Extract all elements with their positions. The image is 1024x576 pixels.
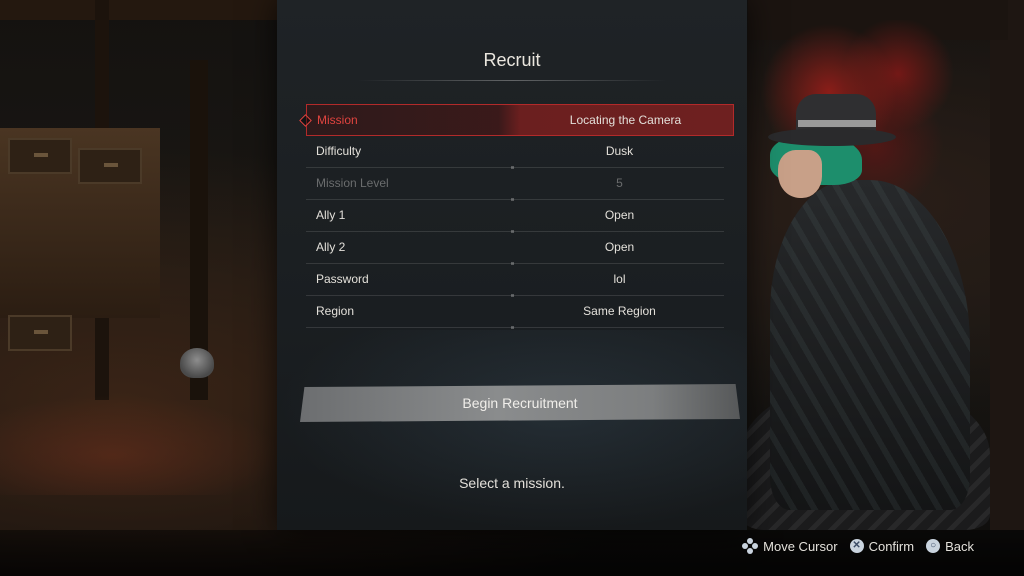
row-label: Ally 2 — [316, 240, 346, 254]
row-label: Difficulty — [316, 144, 362, 158]
begin-recruitment-button[interactable]: Begin Recruitment — [300, 384, 740, 422]
row-value: Open — [604, 240, 635, 254]
row-label: Ally 1 — [316, 208, 346, 222]
row-value: Open — [604, 208, 635, 222]
back-label: Back — [945, 538, 974, 554]
control-confirm[interactable]: ✕ Confirm — [849, 538, 915, 554]
character-body — [770, 180, 970, 510]
row-label: Mission — [317, 113, 358, 127]
control-back[interactable]: ○ Back — [926, 539, 974, 554]
row-ally-1[interactable]: Ally 1 Open — [306, 200, 724, 233]
floor-glow — [0, 395, 280, 495]
settings-list: Mission Locating the Camera Difficulty D… — [299, 104, 734, 329]
circle-button-icon: ○ — [926, 539, 941, 553]
row-value: 5 — [616, 176, 623, 190]
character-face — [778, 150, 822, 198]
confirm-label: Confirm — [868, 538, 915, 554]
wooden-beam — [0, 0, 280, 20]
character-hat-brim — [768, 128, 896, 146]
row-mission[interactable]: Mission Locating the Camera — [299, 104, 734, 136]
dpad-icon — [742, 538, 759, 554]
row-value: Locating the Camera — [569, 113, 682, 127]
title-divider — [357, 80, 667, 81]
row-label: Password — [316, 272, 369, 286]
row-label: Region — [316, 304, 355, 318]
row-ally-2[interactable]: Ally 2 Open — [306, 232, 724, 265]
row-divider-dot — [511, 326, 514, 329]
row-difficulty[interactable]: Difficulty Dusk — [306, 136, 724, 169]
wooden-pillar — [990, 0, 1024, 530]
row-value: Same Region — [583, 304, 656, 318]
cabinet-drawer — [8, 138, 72, 174]
row-label: Mission Level — [316, 176, 389, 190]
control-move-cursor: Move Cursor — [742, 538, 838, 554]
row-password[interactable]: Password lol — [306, 264, 724, 297]
row-mission-level: Mission Level 5 — [306, 168, 724, 201]
panel-texture — [277, 330, 747, 530]
cabinet-drawer — [78, 148, 142, 184]
cross-button-icon: ✕ — [849, 539, 864, 553]
move-cursor-label: Move Cursor — [763, 538, 838, 554]
row-value: lol — [613, 272, 626, 286]
page-title: Recruit — [483, 50, 541, 70]
control-hints: Move Cursor ✕ Confirm ○ Back — [736, 538, 974, 554]
help-text: Select a mission. — [459, 475, 565, 491]
cabinet-drawer — [8, 315, 72, 351]
character-hat-band — [798, 120, 876, 127]
cat — [180, 348, 214, 378]
row-value: Dusk — [605, 144, 634, 158]
row-region[interactable]: Region Same Region — [306, 296, 724, 329]
